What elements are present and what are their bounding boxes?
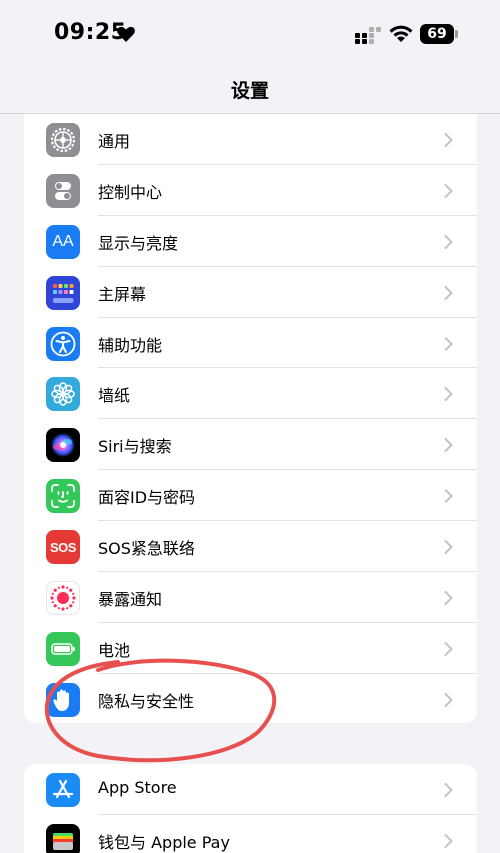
chevron-right-icon <box>444 692 453 707</box>
status-bar: 09:25 69 <box>0 0 500 68</box>
chevron-right-icon <box>444 336 453 351</box>
chevron-right-icon <box>444 783 453 797</box>
settings-row-face-id[interactable]: 面容ID与密码 <box>24 470 477 522</box>
siri-icon <box>46 428 80 463</box>
accessibility-icon <box>46 326 80 361</box>
battery-level: 69 <box>420 24 454 44</box>
chevron-right-icon <box>444 387 453 402</box>
settings-row-wallpaper[interactable]: 墙纸 <box>24 368 477 420</box>
settings-row-label: 钱包与 Apple Pay <box>98 832 230 852</box>
settings-group-store: App Store 钱包与 Apple Pay <box>24 764 477 853</box>
settings-row-label: 主屏幕 <box>98 284 147 304</box>
settings-row-label: 通用 <box>98 132 131 151</box>
settings-row-battery[interactable]: 电池 <box>24 623 477 674</box>
sos-glyph: SOS <box>50 539 76 555</box>
chevron-right-icon <box>444 591 453 606</box>
settings-row-privacy[interactable]: 隐私与安全性 <box>24 674 477 723</box>
app-store-icon <box>46 773 80 807</box>
text-size-glyph: AA <box>52 232 74 250</box>
hand-icon <box>46 682 80 717</box>
settings-row-home-screen[interactable]: 主屏幕 <box>24 267 477 318</box>
chevron-right-icon <box>444 540 453 555</box>
battery-cap <box>455 30 458 38</box>
settings-row-sos[interactable]: SOS SOS紧急联络 <box>24 521 477 573</box>
face-id-icon <box>46 479 80 514</box>
battery-icon <box>46 631 80 666</box>
heart-icon <box>117 26 135 42</box>
settings-row-label: 辅助功能 <box>98 335 163 355</box>
settings-group-main: 通用 控制中心 AA 显示与亮度 主屏幕 辅助功能 墙纸 Siri与搜索 面容I… <box>24 114 477 723</box>
settings-row-control-center[interactable]: 控制中心 <box>24 165 477 216</box>
exposure-icon <box>46 581 80 616</box>
settings-row-siri[interactable]: Siri与搜索 <box>24 419 477 471</box>
nav-bar: 设置 <box>0 68 500 114</box>
chevron-right-icon <box>444 489 453 504</box>
settings-row-label: 暴露通知 <box>98 590 163 610</box>
chevron-right-icon <box>444 833 453 848</box>
battery-percent: 69 <box>427 26 447 42</box>
cellular-signal-icon <box>355 27 381 44</box>
wallet-icon <box>46 823 80 853</box>
settings-row-label: 隐私与安全性 <box>98 691 195 711</box>
settings-row-app-store[interactable]: App Store <box>24 764 477 815</box>
settings-row-display[interactable]: AA 显示与亮度 <box>24 216 477 267</box>
settings-row-label: 面容ID与密码 <box>98 488 196 508</box>
chevron-right-icon <box>444 133 453 147</box>
gear-icon <box>46 123 80 157</box>
chevron-right-icon <box>444 438 453 453</box>
home-grid-icon <box>46 275 80 310</box>
settings-row-label: Siri与搜索 <box>98 437 172 457</box>
text-size-icon: AA <box>46 224 80 259</box>
settings-row-label: 显示与亮度 <box>98 233 179 253</box>
settings-row-label: 墙纸 <box>98 386 131 406</box>
settings-row-wallet[interactable]: 钱包与 Apple Pay <box>24 815 477 853</box>
page-title: 设置 <box>230 80 269 102</box>
settings-row-label: 电池 <box>98 640 131 660</box>
settings-row-exposure[interactable]: 暴露通知 <box>24 572 477 623</box>
settings-row-general[interactable]: 通用 <box>24 114 477 165</box>
settings-row-label: SOS紧急联络 <box>98 539 195 559</box>
flower-icon <box>46 377 80 412</box>
chevron-right-icon <box>444 641 453 656</box>
chevron-right-icon <box>444 285 453 300</box>
sos-icon: SOS <box>46 530 80 565</box>
toggles-icon <box>46 173 80 208</box>
chevron-right-icon <box>444 234 453 249</box>
settings-row-accessibility[interactable]: 辅助功能 <box>24 318 477 369</box>
settings-row-label: 控制中心 <box>98 182 163 202</box>
chevron-right-icon <box>444 183 453 198</box>
settings-row-label: App Store <box>98 778 177 797</box>
wifi-icon <box>389 25 413 42</box>
